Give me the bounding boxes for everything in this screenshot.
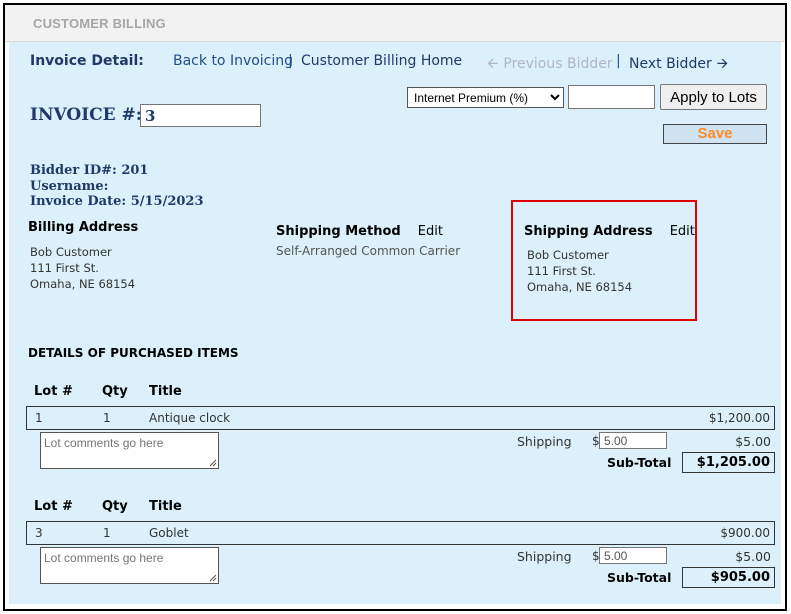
item-title: Goblet [149, 526, 189, 540]
arrow-left-icon: 🡨 [487, 56, 499, 72]
subtotal-value: $1,205.00 [696, 455, 770, 470]
qty-column-header: Qty [102, 384, 128, 399]
back-to-invoicing-link[interactable]: Back to Invoicing [173, 53, 293, 69]
premium-type-select[interactable]: Internet Premium (%) [407, 87, 564, 108]
shipping-address: Bob Customer 111 First St. Omaha, NE 681… [527, 247, 632, 295]
shipping-method-heading: Shipping Method [276, 224, 401, 239]
arrow-right-icon: 🡪 [716, 56, 729, 72]
shipping-address-heading: Shipping Address [524, 224, 653, 239]
item-title: Antique clock [149, 411, 231, 425]
shipping-city: Omaha, NE 68154 [527, 280, 633, 294]
premium-value-input[interactable] [568, 85, 655, 109]
billing-street: 111 First St. [30, 261, 99, 275]
item-price: $1,200.00 [708, 411, 770, 425]
previous-bidder-label: Previous Bidder [503, 56, 613, 72]
customer-billing-home-link[interactable]: Customer Billing Home [301, 53, 462, 69]
shipping-method-header: Shipping Method Edit [276, 220, 443, 239]
shipping-amount: $5.00 [735, 434, 771, 449]
item-row: 3 1 Goblet $900.00 [26, 521, 775, 545]
purchased-item: Lot # Qty Title 3 1 Goblet $900.00 Shipp… [9, 493, 781, 593]
item-qty: 1 [103, 411, 111, 425]
comment-wrap [40, 547, 219, 584]
shipping-address-header: Shipping Address Edit [524, 220, 695, 239]
title-column-header: Title [149, 384, 182, 399]
invoice-number-label: INVOICE #: [30, 105, 143, 125]
header-bar: CUSTOMER BILLING [5, 5, 785, 42]
invoice-number-input[interactable] [140, 104, 261, 127]
billing-address: Bob Customer 111 First St. Omaha, NE 681… [30, 244, 135, 292]
next-bidder-label: Next Bidder [629, 56, 712, 72]
subtotal-value: $905.00 [710, 570, 770, 585]
title-column-header: Title [149, 499, 182, 514]
resize-grip-icon[interactable] [209, 459, 217, 467]
subtotal-label: Sub-Total [607, 570, 672, 585]
resize-grip-icon[interactable] [209, 574, 217, 582]
next-bidder-button[interactable]: Next Bidder 🡪 [629, 53, 728, 77]
subtotal-box: $1,205.00 [682, 452, 775, 473]
item-row: 1 1 Antique clock $1,200.00 [26, 406, 775, 430]
app-title: CUSTOMER BILLING [33, 16, 166, 31]
comment-wrap [40, 432, 219, 469]
shipping-cost-input[interactable] [599, 547, 667, 564]
shipping-cost-input[interactable] [599, 432, 667, 449]
purchased-item: Lot # Qty Title 1 1 Antique clock $1,200… [9, 378, 781, 478]
shipping-method-value: Self-Arranged Common Carrier [276, 244, 461, 258]
save-button[interactable]: Save [663, 124, 767, 144]
item-price: $900.00 [720, 526, 770, 540]
billing-window: CUSTOMER BILLING Invoice Detail: Back to… [3, 3, 787, 611]
subtotal-label: Sub-Total [607, 455, 672, 470]
details-heading: DETAILS OF PURCHASED ITEMS [28, 346, 239, 360]
lot-column-header: Lot # [34, 499, 73, 514]
invoice-detail-label: Invoice Detail: [30, 53, 144, 69]
bidder-id: Bidder ID#: 201 [30, 163, 149, 178]
billing-address-heading: Billing Address [28, 220, 139, 235]
previous-bidder-button[interactable]: 🡨 Previous Bidder [487, 53, 613, 77]
invoice-date: Invoice Date: 5/15/2023 [30, 194, 204, 209]
lot-column-header: Lot # [34, 384, 73, 399]
qty-column-header: Qty [102, 499, 128, 514]
nav-separator: | [288, 53, 293, 69]
subtotal-box: $905.00 [682, 567, 775, 588]
billing-name: Bob Customer [30, 245, 112, 259]
item-lot: 1 [35, 411, 43, 425]
lot-comment-input[interactable] [40, 547, 219, 584]
shipping-method-edit-link[interactable]: Edit [418, 224, 443, 239]
shipping-label: Shipping [517, 549, 572, 564]
nav-separator: | [616, 53, 621, 69]
shipping-name: Bob Customer [527, 248, 609, 262]
invoice-panel: Invoice Detail: Back to Invoicing | Cust… [9, 42, 781, 604]
shipping-amount: $5.00 [735, 549, 771, 564]
lot-comment-input[interactable] [40, 432, 219, 469]
shipping-street: 111 First St. [527, 264, 596, 278]
apply-to-lots-button[interactable]: Apply to Lots [660, 84, 767, 110]
shipping-address-edit-link[interactable]: Edit [670, 224, 695, 239]
item-lot: 3 [35, 526, 43, 540]
billing-city: Omaha, NE 68154 [30, 277, 136, 291]
shipping-label: Shipping [517, 434, 572, 449]
username: Username: [30, 179, 109, 194]
item-qty: 1 [103, 526, 111, 540]
